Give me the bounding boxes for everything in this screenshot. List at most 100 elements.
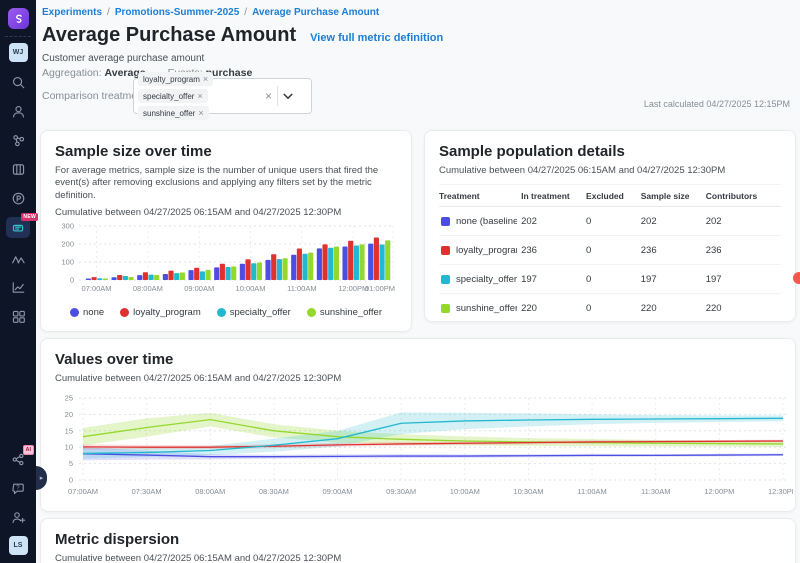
experiments-icon-active[interactable]: NEW [6,217,30,238]
treatment-color-swatch [441,275,450,284]
treatment-chip[interactable]: loyalty_program× [138,72,213,86]
chip-remove-icon[interactable]: × [203,74,208,84]
metric-subtitle: Customer average purchase amount [42,53,204,64]
view-metric-definition-link[interactable]: View full metric definition [310,32,443,44]
dashboards-icon[interactable] [9,307,27,325]
clear-all-icon[interactable]: × [265,89,272,103]
svg-text:20: 20 [65,410,73,419]
treatment-chip-label: loyalty_program [143,75,200,84]
legend-item[interactable]: sunshine_offer [307,307,382,318]
svg-text:09:00AM: 09:00AM [184,284,214,293]
table-cell: 0 [586,216,641,227]
table-cell: 0 [586,245,641,256]
cumulative-range: Cumulative between 04/27/2025 06:15AM an… [439,165,781,176]
breadcrumb-item[interactable]: Average Purchase Amount [252,7,379,18]
card-title: Values over time [55,351,781,368]
treatment-color-swatch [441,246,450,255]
treatment-chip[interactable]: sunshine_offer× [138,106,209,120]
card-title: Sample population details [439,143,781,160]
svg-text:08:30AM: 08:30AM [259,487,289,496]
connections-icon[interactable] [9,131,27,149]
app-screen: WJ NEW AI [0,0,800,563]
cumulative-range: Cumulative between 04/27/2025 06:15AM an… [55,553,781,563]
sidebar-divider [5,36,31,37]
invite-user-icon[interactable] [9,508,27,526]
svg-text:11:00AM: 11:00AM [577,487,606,496]
treatment-color-swatch [441,304,450,313]
svg-text:12:00PM: 12:00PM [704,487,734,496]
ai-assistant-icon[interactable]: AI [9,450,27,468]
svg-text:09:30AM: 09:30AM [386,487,416,496]
population-table: TreatmentIn treatmentExcludedSample size… [439,184,781,324]
treatment-color-swatch [441,217,450,226]
sample-size-card: Sample size over time For average metric… [40,130,412,332]
legend-item[interactable]: specialty_offer [217,307,291,318]
svg-text:25: 25 [65,394,73,403]
chip-remove-icon[interactable]: × [197,91,202,101]
table-cell: 202 [706,216,781,227]
metrics-icon[interactable] [9,249,27,267]
treatment-chip[interactable]: specialty_offer× [138,89,208,103]
help-icon[interactable]: ? [9,479,27,497]
treatment-name: sunshine_offer [456,303,517,314]
statsig-logo-icon[interactable] [8,8,29,29]
workspace-avatar[interactable]: WJ [9,43,28,62]
treatment-name: loyalty_program [456,245,517,256]
treatment-name: none (baseline) [456,216,517,227]
columns-icon[interactable] [9,160,27,178]
table-row: loyalty_program2360236236 [439,236,781,265]
svg-text:07:00AM: 07:00AM [68,487,98,496]
breadcrumb-item[interactable]: Experiments [42,7,102,18]
values-line-chart[interactable]: 051015202507:00AM07:30AM08:00AM08:30AM09… [49,390,793,502]
table-cell: 236 [641,245,706,256]
svg-text:?: ? [16,484,20,491]
legend-dot [307,308,316,317]
svg-text:11:30AM: 11:30AM [641,487,670,496]
sidebar: WJ NEW AI [0,0,36,563]
search-icon[interactable] [9,73,27,91]
sample-population-card: Sample population details Cumulative bet… [424,130,796,322]
svg-text:08:00AM: 08:00AM [195,487,225,496]
table-header-cell: Excluded [586,191,641,201]
table-row: none (baseline)2020202202 [439,207,781,236]
table-cell: 0 [586,274,641,285]
table-cell: 220 [641,303,706,314]
svg-text:100: 100 [61,258,74,267]
insights-chart-icon[interactable] [9,278,27,296]
svg-text:12:00PM: 12:00PM [338,284,368,293]
legend-dot [70,308,79,317]
aggregation-label: Aggregation: [42,67,102,79]
last-calculated: Last calculated 04/27/2025 12:15PM [644,99,790,109]
table-header-cell: Sample size [641,191,706,201]
comparison-treatments-select[interactable]: loyalty_program×specialty_offer×sunshine… [133,78,312,114]
table-header-cell: Contributors [706,191,781,201]
legend-label: loyalty_program [133,307,201,318]
treatment-cell: specialty_offer [439,274,521,285]
notification-launcher[interactable] [793,272,800,284]
sample-size-bar-chart[interactable]: 010020030007:00AM08:00AM09:00AM10:00AM11… [51,222,399,306]
svg-text:07:00AM: 07:00AM [82,284,112,293]
svg-text:07:30AM: 07:30AM [132,487,162,496]
account-icon[interactable] [9,102,27,120]
treatment-chip-label: specialty_offer [143,92,194,101]
table-cell: 236 [521,245,586,256]
treatment-name: specialty_offer [456,274,517,285]
svg-text:10:30AM: 10:30AM [513,487,543,496]
chevron-down-icon[interactable] [283,93,293,100]
user-avatar[interactable]: LS [9,536,28,555]
values-over-time-card: Values over time Cumulative between 04/2… [40,338,796,512]
table-header-cell: In treatment [521,191,586,201]
card-title: Metric dispersion [55,531,781,548]
card-title: Sample size over time [55,143,397,160]
svg-text:0: 0 [70,276,74,285]
svg-text:10: 10 [65,443,73,452]
treatment-cell: sunshine_offer [439,303,521,314]
svg-text:5: 5 [69,459,73,468]
chip-remove-icon[interactable]: × [198,108,203,118]
breadcrumb-item[interactable]: Promotions-Summer-2025 [115,7,239,18]
legend-item[interactable]: loyalty_program [120,307,201,318]
pulse-icon[interactable] [9,189,27,207]
legend-item[interactable]: none [70,307,104,318]
svg-text:01:00PM: 01:00PM [365,284,395,293]
svg-text:15: 15 [65,426,73,435]
